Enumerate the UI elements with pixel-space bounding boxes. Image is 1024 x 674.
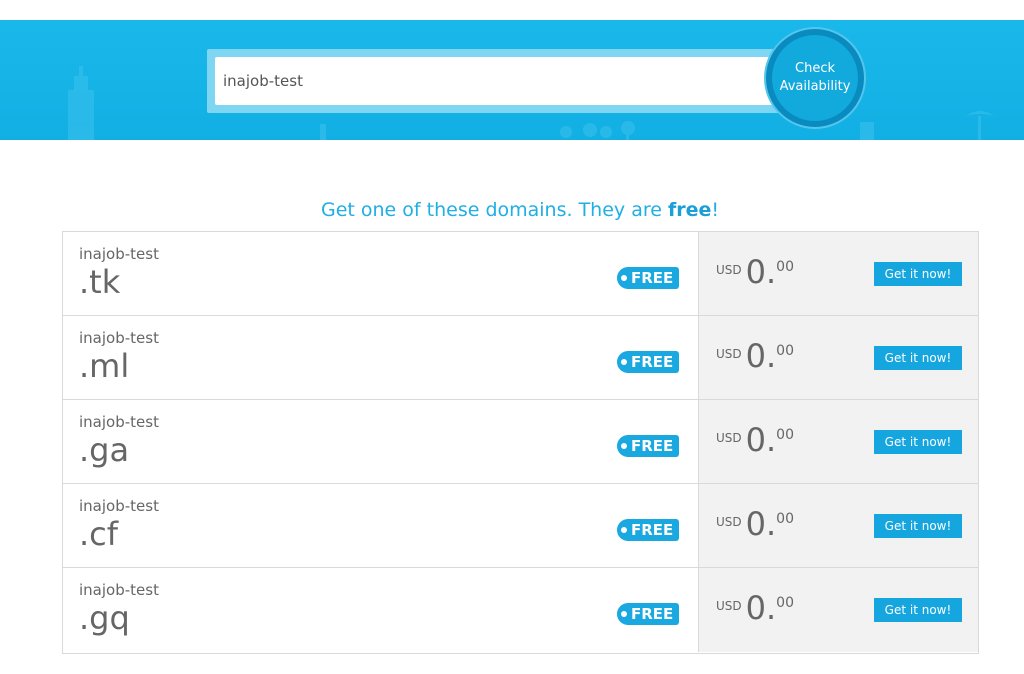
- domain-tld: .gq: [79, 599, 130, 637]
- price-currency: USD: [716, 599, 742, 613]
- price: USD 0. 00: [716, 508, 794, 540]
- free-badge-label: FREE: [631, 521, 674, 539]
- price-currency: USD: [716, 263, 742, 277]
- price-whole: 0.: [745, 253, 777, 291]
- get-it-now-button[interactable]: Get it now!: [874, 262, 962, 286]
- check-availability-button[interactable]: Check Availability: [766, 29, 864, 127]
- price-currency: USD: [716, 431, 742, 445]
- search-box: [207, 49, 797, 113]
- domain-name-cell: inajob-test .ga FREE: [63, 400, 698, 483]
- price: USD 0. 00: [716, 424, 794, 456]
- domain-row: inajob-test .tk FREE USD 0. 00 Get it no…: [63, 232, 978, 316]
- domain-search-input[interactable]: [215, 57, 779, 105]
- badge-dot-icon: [621, 527, 627, 533]
- free-badge: FREE: [617, 519, 680, 541]
- price-cell: USD 0. 00 Get it now!: [698, 400, 978, 483]
- price-whole: 0.: [745, 589, 777, 627]
- domain-tld: .ga: [79, 431, 130, 469]
- price-whole: 0.: [745, 505, 777, 543]
- domain-name-cell: inajob-test .tk FREE: [63, 232, 698, 315]
- get-it-now-button[interactable]: Get it now!: [874, 514, 962, 538]
- domain-sld: inajob-test: [79, 581, 159, 599]
- price: USD 0. 00: [716, 340, 794, 372]
- domain-row: inajob-test .cf FREE USD 0. 00 Get it no…: [63, 484, 978, 568]
- domain-sld: inajob-test: [79, 413, 159, 431]
- price-cell: USD 0. 00 Get it now!: [698, 568, 978, 652]
- promo-free-word: free: [667, 199, 712, 221]
- free-badge: FREE: [617, 351, 680, 373]
- domain-row: inajob-test .gq FREE USD 0. 00 Get it no…: [63, 568, 978, 652]
- price-currency: USD: [716, 347, 742, 361]
- domain-name-cell: inajob-test .cf FREE: [63, 484, 698, 567]
- domain-tld: .ml: [79, 347, 130, 385]
- domain-row: inajob-test .ga FREE USD 0. 00 Get it no…: [63, 400, 978, 484]
- free-badge: FREE: [617, 267, 680, 289]
- badge-dot-icon: [621, 359, 627, 365]
- domain-row: inajob-test .ml FREE USD 0. 00 Get it no…: [63, 316, 978, 400]
- promo-text: Get one of these domains. They are: [320, 199, 668, 221]
- get-it-now-button[interactable]: Get it now!: [874, 598, 962, 622]
- badge-dot-icon: [621, 443, 627, 449]
- price: USD 0. 00: [716, 592, 794, 624]
- free-badge-label: FREE: [631, 437, 674, 455]
- free-domains-heading: Get one of these domains. They are free!: [0, 199, 1024, 221]
- free-badge: FREE: [617, 435, 680, 457]
- price-cents: 00: [776, 595, 794, 611]
- domain-results-table: inajob-test .tk FREE USD 0. 00 Get it no…: [62, 231, 979, 654]
- get-it-now-button[interactable]: Get it now!: [874, 346, 962, 370]
- price-cell: USD 0. 00 Get it now!: [698, 484, 978, 567]
- price: USD 0. 00: [716, 256, 794, 288]
- price-cell: USD 0. 00 Get it now!: [698, 232, 978, 315]
- free-badge-label: FREE: [631, 605, 674, 623]
- price-cell: USD 0. 00 Get it now!: [698, 316, 978, 399]
- check-availability-label-line1: Check: [795, 61, 835, 76]
- domain-tld: .tk: [79, 263, 121, 301]
- price-cents: 00: [776, 427, 794, 443]
- price-whole: 0.: [745, 337, 777, 375]
- promo-exclamation: !: [711, 199, 720, 221]
- domain-name-cell: inajob-test .gq FREE: [63, 568, 698, 652]
- check-availability-label-line2: Availability: [779, 79, 851, 94]
- domain-sld: inajob-test: [79, 497, 159, 515]
- price-cents: 00: [776, 511, 794, 527]
- free-badge-label: FREE: [631, 269, 674, 287]
- free-badge-label: FREE: [631, 353, 674, 371]
- domain-tld: .cf: [79, 515, 119, 553]
- price-currency: USD: [716, 515, 742, 529]
- badge-dot-icon: [621, 611, 627, 617]
- price-cents: 00: [776, 259, 794, 275]
- price-cents: 00: [776, 343, 794, 359]
- domain-name-cell: inajob-test .ml FREE: [63, 316, 698, 399]
- domain-sld: inajob-test: [79, 245, 159, 263]
- badge-dot-icon: [621, 275, 627, 281]
- domain-sld: inajob-test: [79, 329, 159, 347]
- free-badge: FREE: [617, 603, 680, 625]
- get-it-now-button[interactable]: Get it now!: [874, 430, 962, 454]
- price-whole: 0.: [745, 421, 777, 459]
- top-strip: [0, 0, 1024, 20]
